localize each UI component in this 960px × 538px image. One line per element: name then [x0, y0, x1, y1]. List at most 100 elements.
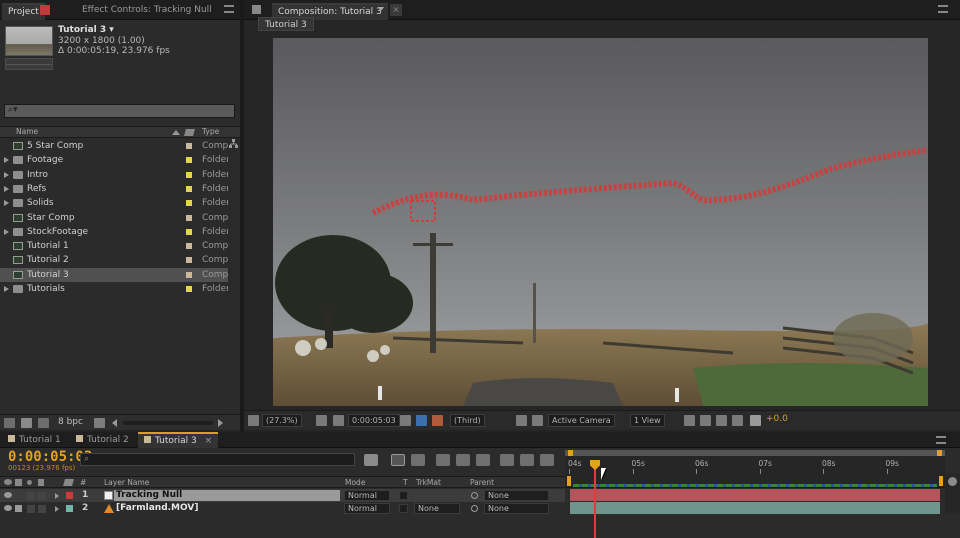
column-type[interactable]: Type [202, 127, 219, 136]
label-color-swatch[interactable] [186, 200, 192, 207]
project-item[interactable]: 5 Star Comp Comp [0, 139, 228, 153]
layer-label-swatch[interactable] [66, 505, 73, 512]
lock-toggle[interactable] [38, 492, 46, 500]
column-mode[interactable]: Mode [345, 478, 365, 487]
motion-blur-icon[interactable] [476, 454, 490, 466]
audio-speaker-icon[interactable] [15, 479, 22, 486]
tab-effect-controls[interactable]: Effect Controls: Tracking Null [76, 3, 218, 20]
parent-pickwhip-icon[interactable] [471, 492, 478, 499]
horizontal-scrollbar[interactable] [123, 421, 213, 425]
brainstorm-icon[interactable] [500, 454, 514, 466]
graph-editor-icon[interactable] [540, 454, 554, 466]
label-color-swatch[interactable] [186, 214, 192, 221]
expand-arrow-icon[interactable] [4, 286, 9, 292]
project-item[interactable]: Star Comp Comp [0, 211, 228, 225]
visibility-eye-icon[interactable] [4, 492, 12, 498]
layer-row[interactable]: 1 Tracking Null Normal None [0, 489, 565, 502]
label-color-swatch[interactable] [186, 243, 192, 250]
layer-row[interactable]: 2 [Farmland.MOV] Normal None None [0, 502, 565, 515]
trash-icon[interactable] [94, 418, 105, 428]
composition-viewer[interactable] [273, 38, 928, 406]
time-ruler[interactable]: 04s 05s 06s 07s 08s 09s [565, 450, 945, 474]
parent-dropdown[interactable]: None [484, 503, 549, 514]
timeline-search-input[interactable]: ⌕ [80, 453, 355, 466]
timeline-icon[interactable] [716, 415, 727, 426]
solo-toggle[interactable] [27, 492, 35, 500]
resolution-dropdown[interactable]: (Third) [450, 414, 485, 427]
current-time-display[interactable]: 0:00:05:03 [348, 414, 400, 427]
selected-item-name[interactable]: Tutorial 3 ▾ [58, 25, 114, 35]
safe-zones-icon[interactable] [316, 415, 327, 426]
layer-2-duration-bar[interactable] [570, 502, 940, 514]
audio-icon[interactable] [15, 505, 22, 512]
comp-mini-flowchart-icon[interactable] [364, 454, 378, 466]
label-color-swatch[interactable] [186, 185, 192, 192]
column-t[interactable]: T [403, 478, 408, 487]
label-color-swatch[interactable] [186, 143, 192, 149]
project-item[interactable]: Intro Folder [0, 168, 230, 182]
transparency-grid-icon[interactable] [532, 415, 543, 426]
new-comp-icon[interactable] [38, 418, 49, 428]
expand-arrow-icon[interactable] [4, 157, 9, 164]
time-navigator[interactable] [565, 450, 945, 456]
parent-pickwhip-icon[interactable] [471, 505, 478, 512]
tab-timeline-tutorial-2[interactable]: Tutorial 2 [70, 433, 135, 448]
exposure-value[interactable]: +0.0 [766, 414, 788, 424]
column-layer-name[interactable]: Layer Name [104, 478, 149, 487]
project-item[interactable]: StockFootage Folder [0, 225, 230, 239]
playhead-line[interactable] [594, 460, 596, 538]
solo-icon[interactable] [27, 480, 32, 485]
label-tag-icon[interactable] [184, 129, 195, 136]
video-eye-icon[interactable] [4, 479, 12, 485]
interpret-footage-icon[interactable] [4, 418, 15, 428]
toggle-mask-icon[interactable] [333, 415, 344, 426]
comp-button-icon[interactable] [948, 477, 957, 486]
close-comp-tab-icon[interactable]: × [390, 4, 402, 16]
lock-icon[interactable] [38, 479, 44, 486]
snapshot-icon[interactable] [400, 415, 411, 426]
tab-timeline-tutorial-1[interactable]: Tutorial 1 [2, 433, 67, 448]
camera-dropdown[interactable]: Active Camera [548, 414, 615, 427]
label-color-swatch[interactable] [186, 257, 192, 264]
column-name[interactable]: Name [16, 127, 38, 136]
flowchart-icon[interactable] [228, 138, 239, 150]
reset-exposure-icon[interactable] [750, 415, 761, 426]
layer-mode-dropdown[interactable]: Normal [344, 490, 390, 501]
label-column-icon[interactable] [63, 479, 74, 486]
draft-3d-icon[interactable] [411, 454, 425, 466]
visibility-eye-icon[interactable] [4, 505, 12, 511]
panel-menu-icon[interactable] [224, 5, 234, 13]
layer-name[interactable]: Tracking Null [114, 490, 340, 501]
navigator-start-handle[interactable] [568, 450, 573, 456]
comp-lock-icon[interactable] [252, 5, 261, 14]
twirl-arrow-icon[interactable] [55, 506, 59, 512]
label-color-swatch[interactable] [186, 228, 192, 235]
project-item[interactable]: Tutorials Folder [0, 282, 230, 296]
always-preview-icon[interactable] [248, 415, 259, 426]
tab-timeline-tutorial-3[interactable]: Tutorial 3 × [138, 432, 219, 448]
layer-1-duration-bar[interactable] [570, 489, 940, 501]
layer-name[interactable]: [Farmland.MOV] [114, 503, 340, 514]
close-timeline-tab-icon[interactable]: × [205, 436, 213, 446]
magnification-dropdown[interactable]: (27.3%) [262, 414, 302, 427]
timeline-menu-icon[interactable] [936, 436, 946, 444]
comp-flowchart-icon[interactable] [732, 415, 743, 426]
work-area-bar[interactable] [565, 474, 945, 488]
label-color-swatch[interactable] [186, 271, 192, 278]
track-matte-dropdown[interactable]: None [414, 503, 460, 514]
toggle-pixel-aspect-icon[interactable] [684, 415, 695, 426]
project-item[interactable]: Tutorial 2 Comp [0, 253, 228, 267]
comp-panel-menu-icon[interactable] [938, 5, 948, 13]
bit-depth-label[interactable]: 8 bpc [58, 417, 83, 427]
layer-mode-dropdown[interactable]: Normal [344, 503, 390, 514]
track-matte-dropdown[interactable] [414, 490, 460, 501]
project-item[interactable]: Solids Folder [0, 196, 230, 210]
scroll-right-icon[interactable] [218, 419, 223, 427]
project-search-input[interactable]: ⌕▾ [4, 104, 235, 118]
show-snapshot-icon[interactable] [416, 415, 427, 426]
project-item[interactable]: Tutorial 3 Comp [0, 267, 228, 282]
scroll-left-icon[interactable] [112, 419, 117, 427]
project-scrollbar[interactable] [228, 138, 239, 414]
new-folder-icon[interactable] [21, 418, 32, 428]
tab-project[interactable]: Project [2, 3, 45, 20]
